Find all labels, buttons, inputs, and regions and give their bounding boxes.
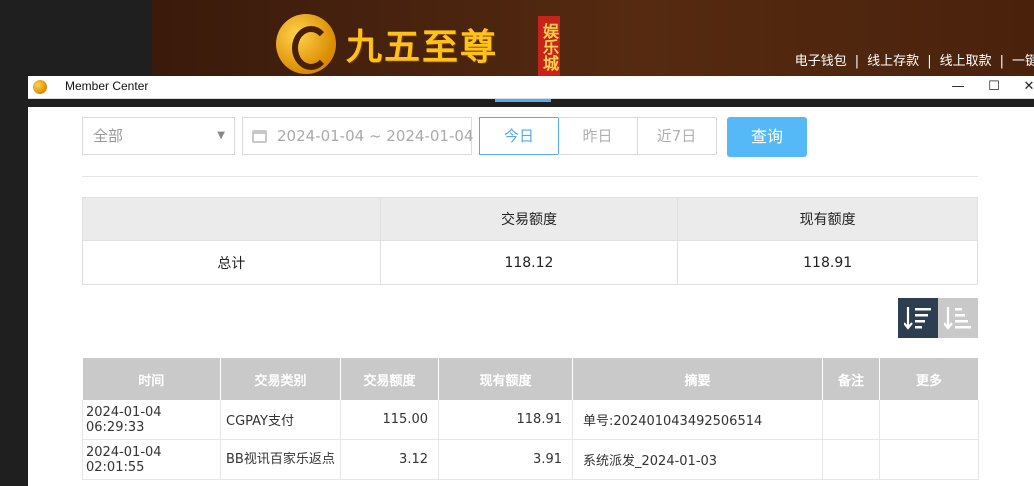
separator: |: [999, 54, 1004, 69]
separator: |: [927, 54, 932, 69]
row-summary: 系统派发_2024-01-03: [572, 439, 823, 480]
summary-total-balance: 118.91: [677, 240, 978, 285]
summary-header-blank: [82, 197, 381, 241]
header-note[interactable]: 备注: [822, 358, 880, 400]
row-category: CGPAY支付: [220, 400, 341, 440]
logo-emblem-icon: [276, 14, 336, 74]
quick-yesterday-button[interactable]: 昨日: [558, 117, 638, 155]
date-range-value: 2024-01-04 ~ 2024-01-04: [277, 127, 474, 145]
table-row: 2024-01-04 02:01:55 BB视讯百家乐返点 3.12 3.91 …: [82, 439, 979, 480]
summary-header-row: 交易额度 现有额度: [82, 197, 978, 241]
header-amount[interactable]: 交易额度: [340, 358, 439, 400]
sort-ascending-button[interactable]: [938, 298, 978, 338]
link-one-key[interactable]: 一键: [1012, 54, 1034, 69]
sort-descending-icon: [904, 307, 931, 330]
type-select-value: 全部: [93, 127, 124, 145]
query-button[interactable]: 查询: [727, 117, 807, 157]
row-more[interactable]: [879, 439, 979, 480]
sort-ascending-icon: [944, 307, 971, 330]
row-amount: 115.00: [340, 400, 439, 440]
row-note: [822, 439, 880, 480]
summary-table: 交易额度 现有额度 总计 118.12 118.91: [82, 197, 978, 285]
minimize-button[interactable]: —: [941, 76, 975, 98]
row-more[interactable]: [879, 400, 979, 440]
row-summary: 单号:202401043492506514: [572, 400, 823, 440]
member-center-window: Member Center — ☐ ✕ 全部 ▼ 2024-01-04 ~ 20…: [28, 76, 1034, 486]
site-logo: 九五至尊: [276, 12, 498, 76]
header-more[interactable]: 更多: [879, 358, 979, 400]
row-balance: 118.91: [438, 400, 573, 440]
link-withdraw[interactable]: 线上取款: [940, 54, 992, 69]
calendar-icon: [252, 130, 267, 143]
link-wallet[interactable]: 电子钱包: [795, 54, 847, 69]
header-category[interactable]: 交易类别: [220, 358, 341, 400]
quick-7days-button[interactable]: 近7日: [637, 117, 717, 155]
chevron-down-icon: ▼: [217, 130, 225, 141]
summary-header-amount: 交易额度: [379, 197, 679, 241]
summary-header-balance: 现有额度: [677, 197, 978, 241]
logo-text: 九五至尊: [346, 26, 499, 68]
top-nav-links: 电子钱包 | 线上存款 | 线上取款 | 一键: [795, 50, 1034, 69]
transactions-header-row: 时间 交易类别 交易额度 现有额度 摘要 备注 更多: [82, 358, 979, 400]
summary-total-label: 总计: [82, 240, 381, 285]
separator: |: [854, 54, 860, 69]
link-deposit[interactable]: 线上存款: [867, 54, 919, 69]
logo-badge: 娱乐城: [538, 16, 560, 78]
row-balance: 3.91: [438, 439, 573, 480]
row-note: [822, 400, 880, 440]
date-range-input[interactable]: 2024-01-04 ~ 2024-01-04: [242, 117, 474, 155]
sort-descending-button[interactable]: [898, 298, 938, 338]
row-amount: 3.12: [340, 439, 439, 480]
type-select[interactable]: 全部 ▼: [82, 117, 235, 155]
header-summary[interactable]: 摘要: [572, 358, 823, 400]
summary-total-amount: 118.12: [379, 240, 679, 285]
window-titlebar: Member Center — ☐ ✕: [28, 76, 1034, 99]
row-time: 2024-01-04 06:29:33: [82, 400, 221, 440]
transactions-table: 时间 交易类别 交易额度 现有额度 摘要 备注 更多 2024-01-04 06…: [82, 358, 979, 480]
header-time[interactable]: 时间: [82, 358, 221, 400]
table-row: 2024-01-04 06:29:33 CGPAY支付 115.00 118.9…: [82, 400, 979, 440]
row-time: 2024-01-04 02:01:55: [82, 439, 221, 480]
active-tab-indicator: [495, 99, 551, 102]
row-category: BB视讯百家乐返点: [220, 439, 341, 480]
main-content: 全部 ▼ 2024-01-04 ~ 2024-01-04 今日 昨日 近7日 查…: [28, 106, 1034, 486]
maximize-button[interactable]: ☐: [977, 76, 1011, 98]
app-logo-icon: [33, 80, 47, 94]
divider: [82, 176, 978, 177]
close-button[interactable]: ✕: [1012, 76, 1034, 98]
header-balance[interactable]: 现有额度: [438, 358, 573, 400]
summary-total-row: 总计 118.12 118.91: [82, 240, 978, 285]
window-title: Member Center: [65, 79, 149, 93]
quick-today-button[interactable]: 今日: [479, 117, 559, 155]
